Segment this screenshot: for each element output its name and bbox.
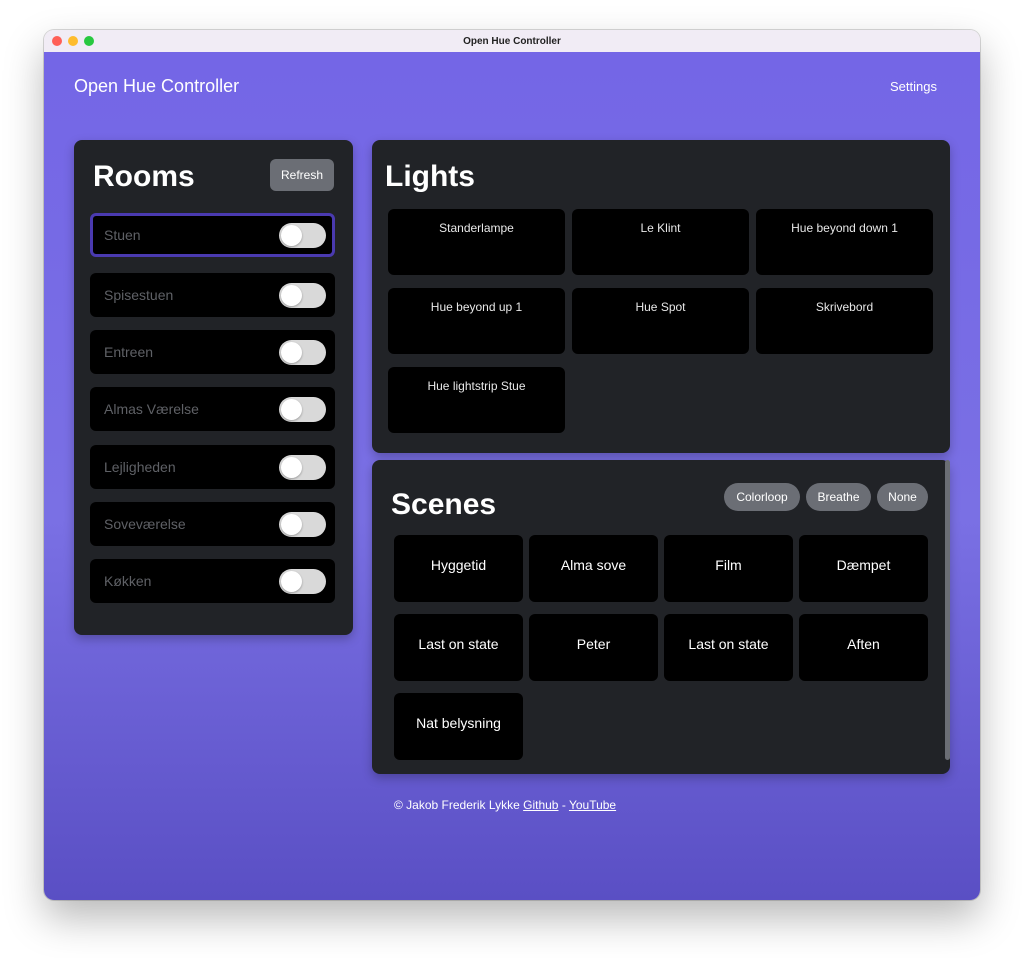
room-toggle[interactable] bbox=[279, 569, 326, 594]
rooms-panel: Rooms Refresh Stuen Spisestuen Entreen A… bbox=[74, 140, 353, 635]
room-label: Stuen bbox=[104, 227, 141, 243]
footer-separator: - bbox=[561, 798, 566, 812]
window-controls bbox=[52, 36, 94, 46]
scene-tile[interactable]: Hyggetid bbox=[394, 535, 523, 602]
room-row-entreen[interactable]: Entreen bbox=[90, 330, 335, 374]
toggle-knob bbox=[281, 399, 302, 420]
rooms-heading: Rooms bbox=[93, 160, 195, 193]
minimize-window-button[interactable] bbox=[68, 36, 78, 46]
room-label: Lejligheden bbox=[104, 459, 176, 475]
effect-colorloop-button[interactable]: Colorloop bbox=[724, 483, 800, 511]
room-label: Soveværelse bbox=[104, 516, 186, 532]
settings-link[interactable]: Settings bbox=[890, 79, 937, 94]
scenes-heading: Scenes bbox=[391, 488, 497, 521]
light-tile[interactable]: Hue beyond down 1 bbox=[756, 209, 933, 275]
room-row-almas-vaerelse[interactable]: Almas Værelse bbox=[90, 387, 335, 431]
room-toggle[interactable] bbox=[279, 283, 326, 308]
room-label: Almas Værelse bbox=[104, 401, 199, 417]
app-title: Open Hue Controller bbox=[74, 76, 240, 96]
toggle-knob bbox=[281, 285, 302, 306]
room-label: Køkken bbox=[104, 573, 152, 589]
youtube-link[interactable]: YouTube bbox=[569, 798, 616, 812]
copyright-text: © Jakob Frederik Lykke bbox=[394, 798, 520, 812]
room-label: Spisestuen bbox=[104, 287, 174, 303]
refresh-button[interactable]: Refresh bbox=[270, 159, 334, 191]
scenes-panel: Scenes Colorloop Breathe None Hyggetid A… bbox=[372, 460, 950, 774]
scene-tile[interactable]: Last on state bbox=[664, 614, 793, 681]
toggle-knob bbox=[281, 457, 302, 478]
room-row-lejligheden[interactable]: Lejligheden bbox=[90, 445, 335, 489]
scene-tile[interactable]: Aften bbox=[799, 614, 928, 681]
scene-tile[interactable]: Dæmpet bbox=[799, 535, 928, 602]
light-tile[interactable]: Skrivebord bbox=[756, 288, 933, 354]
room-toggle[interactable] bbox=[279, 397, 326, 422]
footer: © Jakob Frederik Lykke Github - YouTube bbox=[394, 798, 616, 812]
window-title: Open Hue Controller bbox=[463, 35, 561, 47]
effect-breathe-button[interactable]: Breathe bbox=[806, 483, 871, 511]
github-link[interactable]: Github bbox=[523, 798, 558, 812]
scene-tile[interactable]: Alma sove bbox=[529, 535, 658, 602]
app-window: Open Hue Controller Open Hue Controller … bbox=[44, 30, 980, 900]
scrollbar[interactable] bbox=[945, 460, 950, 760]
light-tile[interactable]: Standerlampe bbox=[388, 209, 565, 275]
zoom-window-button[interactable] bbox=[84, 36, 94, 46]
app-content: Open Hue Controller Settings Rooms Refre… bbox=[44, 52, 980, 900]
room-toggle[interactable] bbox=[279, 512, 326, 537]
lights-heading: Lights bbox=[385, 160, 475, 193]
close-window-button[interactable] bbox=[52, 36, 62, 46]
light-tile[interactable]: Hue lightstrip Stue bbox=[388, 367, 565, 433]
effect-none-button[interactable]: None bbox=[877, 483, 928, 511]
scene-tile[interactable]: Film bbox=[664, 535, 793, 602]
room-toggle[interactable] bbox=[279, 340, 326, 365]
room-row-spisestuen[interactable]: Spisestuen bbox=[90, 273, 335, 317]
scene-tile[interactable]: Nat belysning bbox=[394, 693, 523, 760]
room-row-kokken[interactable]: Køkken bbox=[90, 559, 335, 603]
scene-tile[interactable]: Peter bbox=[529, 614, 658, 681]
light-tile[interactable]: Hue Spot bbox=[572, 288, 749, 354]
toggle-knob bbox=[281, 514, 302, 535]
room-label: Entreen bbox=[104, 344, 154, 360]
room-toggle[interactable] bbox=[279, 223, 326, 248]
lights-panel: Lights Standerlampe Le Klint Hue beyond … bbox=[372, 140, 950, 453]
light-tile[interactable]: Le Klint bbox=[572, 209, 749, 275]
toggle-knob bbox=[281, 571, 302, 592]
title-bar: Open Hue Controller bbox=[44, 30, 980, 53]
room-row-sovevaerelse[interactable]: Soveværelse bbox=[90, 502, 335, 546]
light-tile[interactable]: Hue beyond up 1 bbox=[388, 288, 565, 354]
toggle-knob bbox=[281, 342, 302, 363]
room-toggle[interactable] bbox=[279, 455, 326, 480]
scene-tile[interactable]: Last on state bbox=[394, 614, 523, 681]
toggle-knob bbox=[281, 225, 302, 246]
room-row-stuen[interactable]: Stuen bbox=[90, 213, 335, 257]
